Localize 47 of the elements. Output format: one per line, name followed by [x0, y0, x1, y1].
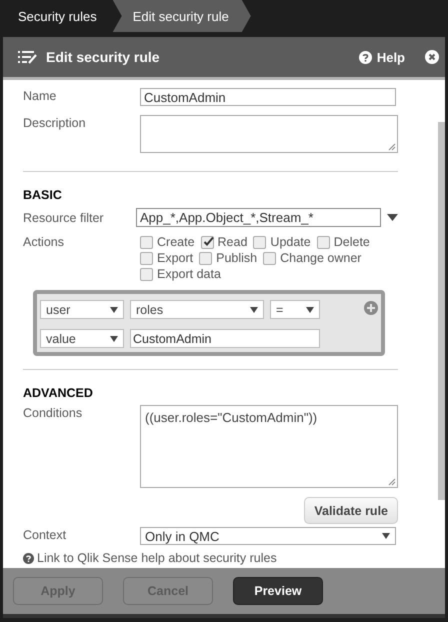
condition-select[interactable]: roles	[130, 300, 264, 319]
caret-icon	[110, 336, 118, 342]
field-label: Context	[23, 527, 68, 542]
help-icon	[23, 552, 34, 564]
action-checkbox[interactable]: Export data	[140, 266, 221, 282]
caret-icon	[250, 306, 258, 312]
add-icon[interactable]	[364, 301, 378, 315]
caret-icon	[110, 306, 118, 312]
action-checkbox[interactable]: Change owner	[263, 250, 362, 266]
action-checkbox[interactable]: Delete	[316, 234, 370, 250]
section-heading: BASIC	[23, 188, 63, 202]
action-checkbox[interactable]: Create	[140, 234, 195, 250]
action-checkbox[interactable]: Publish	[199, 250, 258, 266]
close-icon[interactable]	[425, 50, 439, 64]
description-field[interactable]	[140, 115, 398, 153]
breadcrumb-tab[interactable]: Edit security rule	[112, 0, 251, 32]
name-field[interactable]: CustomAdmin	[140, 88, 396, 106]
field-label: Resource filter	[23, 210, 105, 225]
action-checkbox[interactable]: Update	[253, 234, 311, 250]
condition-value-field[interactable]: CustomAdmin	[130, 329, 320, 348]
caret-icon	[306, 306, 314, 312]
footer-button[interactable]: Preview	[233, 577, 323, 605]
field-label: Actions	[23, 234, 65, 249]
conditions-field[interactable]: ((user.roles="CustomAdmin"))	[140, 405, 398, 488]
scrollbar-thumb[interactable]	[438, 122, 445, 500]
resize-grip-icon[interactable]	[388, 143, 396, 151]
context-select[interactable]: Only in QMC	[140, 527, 396, 545]
help-link[interactable]: Link to Qlik Sense help about security rules	[37, 551, 277, 565]
help-icon	[358, 50, 372, 64]
field-label: Description	[23, 115, 87, 130]
condition-select[interactable]: user	[40, 300, 124, 319]
action-checkbox[interactable]: Read	[200, 234, 248, 250]
caret-icon	[382, 533, 390, 539]
dropdown-caret-icon[interactable]	[387, 214, 398, 221]
resize-grip-icon[interactable]	[388, 478, 396, 486]
field-label: Name	[23, 88, 58, 103]
action-checkbox[interactable]: Export	[140, 250, 194, 266]
condition-select[interactable]: =	[270, 300, 320, 319]
list-edit-icon	[18, 50, 38, 64]
check-icon	[202, 236, 214, 246]
validate-rule-button[interactable]: Validate rule	[304, 497, 398, 524]
section-heading: ADVANCED	[23, 386, 94, 400]
condition-select[interactable]: value	[40, 329, 124, 348]
resource-filter-field[interactable]: App_*,App.Object_*,Stream_*	[136, 208, 382, 227]
dialog-title: Edit security rule	[46, 49, 161, 65]
field-label: Conditions	[23, 405, 84, 420]
help-button[interactable]: Help	[358, 50, 405, 64]
